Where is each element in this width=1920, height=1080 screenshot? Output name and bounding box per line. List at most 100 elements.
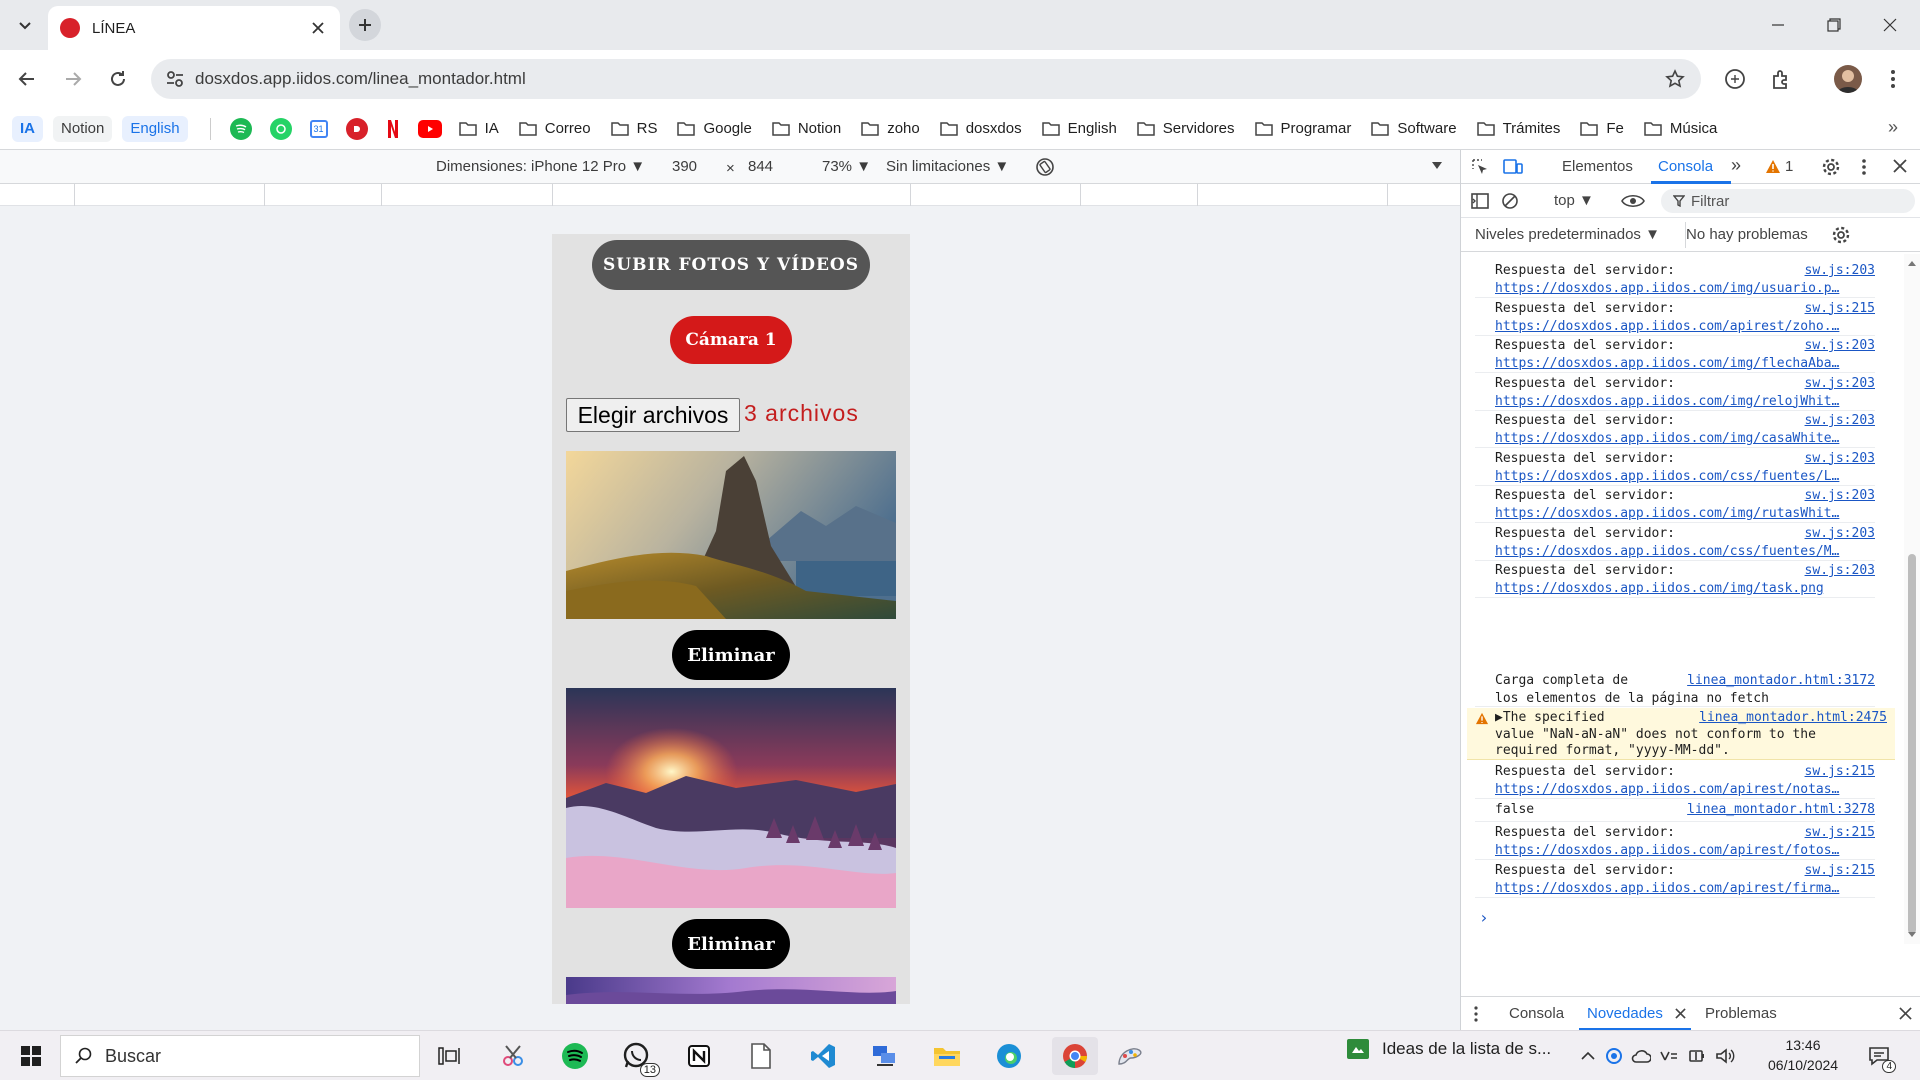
console-message-source[interactable]: sw.js:203 <box>1805 451 1875 466</box>
console-message-url[interactable]: https://dosxdos.app.iidos.com/css/fuente… <box>1495 469 1861 484</box>
bookmark-folder-6[interactable]: dosxdos <box>939 120 1022 137</box>
tab-elements[interactable]: Elementos <box>1562 158 1633 175</box>
console-settings-gear-icon[interactable] <box>1831 225 1851 245</box>
upload-photos-button[interactable]: SUBIR FOTOS Y VÍDEOS <box>592 240 870 290</box>
drawer-tab-issues[interactable]: Problemas <box>1705 1005 1777 1022</box>
console-message-source[interactable]: sw.js:215 <box>1805 825 1875 840</box>
notion-taskbar-icon[interactable] <box>680 1037 718 1075</box>
close-drawer-tab-icon[interactable] <box>1675 1008 1686 1019</box>
console-message-source[interactable]: sw.js:203 <box>1805 376 1875 391</box>
console-message-source[interactable]: sw.js:203 <box>1805 563 1875 578</box>
chrome-taskbar-icon[interactable] <box>1052 1037 1098 1075</box>
camera-button[interactable]: Cámara 1 <box>670 316 792 364</box>
tab-search-chevron-icon[interactable] <box>12 12 38 38</box>
drawer-tab-whats-new[interactable]: Novedades <box>1587 1005 1663 1022</box>
system-clock[interactable]: 13:46 06/10/2024 <box>1768 1035 1838 1075</box>
bookmark-folder-7[interactable]: English <box>1041 120 1117 137</box>
google-calendar-icon[interactable]: 31 <box>309 119 328 138</box>
file-explorer-icon[interactable] <box>928 1037 966 1075</box>
console-message-url[interactable]: https://dosxdos.app.iidos.com/img/casaWh… <box>1495 431 1861 446</box>
devtools-menu-icon[interactable] <box>1861 158 1867 176</box>
snipping-tool-icon[interactable] <box>494 1037 532 1075</box>
issues-status[interactable]: No hay problemas <box>1686 226 1808 243</box>
reload-icon[interactable] <box>101 62 135 96</box>
console-message-url[interactable]: https://dosxdos.app.iidos.com/img/usuari… <box>1495 281 1861 296</box>
sidebar-toggle-icon[interactable] <box>1471 192 1489 210</box>
device-toolbar-toggle-icon[interactable] <box>1503 158 1523 176</box>
console-message-url[interactable]: https://dosxdos.app.iidos.com/apirest/zo… <box>1495 319 1861 334</box>
taskbar-search-input[interactable]: Buscar <box>60 1035 420 1077</box>
vscode-icon[interactable] <box>804 1037 842 1075</box>
console-scroll-thumb[interactable] <box>1908 554 1916 934</box>
more-menu-icon[interactable] <box>1876 62 1910 96</box>
console-message-url[interactable]: https://dosxdos.app.iidos.com/apirest/fo… <box>1495 843 1861 858</box>
bookmark-folder-9[interactable]: Programar <box>1254 120 1351 137</box>
bookmarks-overflow-icon[interactable]: » <box>1888 117 1898 138</box>
bookmark-folder-3[interactable]: Google <box>677 120 752 137</box>
tray-chevron-icon[interactable] <box>1576 1037 1600 1075</box>
bookmark-folder-5[interactable]: zoho <box>861 120 920 137</box>
paint-app-icon[interactable] <box>1110 1037 1148 1075</box>
warning-source[interactable]: linea_montador.html:2475 <box>1699 710 1887 725</box>
bookmark-folder-0[interactable]: IA <box>458 120 499 137</box>
drawer-menu-icon[interactable] <box>1473 1006 1479 1022</box>
more-tabs-icon[interactable]: » <box>1731 155 1741 176</box>
console-message-url[interactable]: https://dosxdos.app.iidos.com/img/task.p… <box>1495 581 1861 596</box>
console-message-source[interactable]: sw.js:215 <box>1805 301 1875 316</box>
tray-keyboard-icon[interactable] <box>1656 1037 1682 1075</box>
console-message-url[interactable]: https://dosxdos.app.iidos.com/img/rutasW… <box>1495 506 1861 521</box>
warnings-counter[interactable]: 1 <box>1765 158 1793 175</box>
tray-volume-icon[interactable] <box>1712 1037 1738 1075</box>
back-icon[interactable] <box>10 62 44 96</box>
tray-cloud-icon[interactable] <box>1628 1037 1654 1075</box>
bookmark-folder-8[interactable]: Servidores <box>1137 120 1235 137</box>
youtube-icon[interactable] <box>417 119 442 138</box>
clear-console-icon[interactable] <box>1501 192 1519 210</box>
console-message-source[interactable]: sw.js:203 <box>1805 488 1875 503</box>
whatsapp-taskbar-icon[interactable]: 13 <box>618 1037 660 1077</box>
forward-icon[interactable] <box>56 62 90 96</box>
console-filter-input[interactable]: Filtrar <box>1661 189 1915 213</box>
console-message-source[interactable]: sw.js:203 <box>1805 263 1875 278</box>
console-message-url[interactable]: https://dosxdos.app.iidos.com/apirest/fi… <box>1495 881 1861 896</box>
bookmark-notion[interactable]: Notion <box>53 115 113 142</box>
console-message-url[interactable]: https://dosxdos.app.iidos.com/css/fuente… <box>1495 544 1861 559</box>
console-message-source[interactable]: sw.js:203 <box>1805 413 1875 428</box>
linea-app-icon[interactable] <box>345 117 368 140</box>
bookmark-folder-11[interactable]: Trámites <box>1476 120 1560 137</box>
console-prompt-icon[interactable]: › <box>1479 908 1489 927</box>
task-view-icon[interactable] <box>430 1037 468 1075</box>
netflix-icon[interactable] <box>386 118 400 140</box>
load-msg-source[interactable]: linea_montador.html:3172 <box>1687 673 1875 688</box>
console-message-source[interactable]: sw.js:203 <box>1805 526 1875 541</box>
bookmark-ia[interactable]: IA <box>12 115 43 142</box>
console-message-source[interactable]: sw.js:215 <box>1805 764 1875 779</box>
live-expression-eye-icon[interactable] <box>1621 193 1645 209</box>
console-message-url[interactable]: https://dosxdos.app.iidos.com/img/relojW… <box>1495 394 1861 409</box>
rotate-device-icon[interactable] <box>1034 156 1056 178</box>
new-tab-button[interactable] <box>349 9 381 41</box>
profile-avatar[interactable] <box>1834 65 1862 93</box>
zoom-select[interactable]: 73% ▼ <box>822 158 871 175</box>
cast-media-icon[interactable] <box>1718 62 1752 96</box>
bookmark-folder-2[interactable]: RS <box>610 120 657 137</box>
settings-gear-icon[interactable] <box>1821 157 1841 177</box>
tray-security-icon[interactable] <box>1602 1037 1626 1075</box>
tab-console[interactable]: Consola <box>1658 158 1713 175</box>
spotify-taskbar-icon[interactable] <box>556 1037 594 1075</box>
whatsapp-icon[interactable] <box>269 117 292 140</box>
device-width-input[interactable]: 390 <box>672 158 697 175</box>
bookmark-folder-13[interactable]: Música <box>1644 120 1717 137</box>
console-message-source[interactable]: sw.js:215 <box>1805 863 1875 878</box>
tray-battery-icon[interactable] <box>1684 1037 1710 1075</box>
windows-start-icon[interactable] <box>12 1037 50 1075</box>
news-widget[interactable]: Ideas de la lista de s... <box>1346 1037 1551 1061</box>
network-tool-icon[interactable] <box>866 1037 904 1075</box>
device-toolbar-options-icon[interactable] <box>1432 162 1442 170</box>
file-document-icon[interactable] <box>742 1037 780 1075</box>
console-message-url[interactable]: https://dosxdos.app.iidos.com/apirest/no… <box>1495 782 1861 797</box>
bookmark-folder-10[interactable]: Software <box>1371 120 1457 137</box>
close-tab-icon[interactable] <box>308 18 328 38</box>
restore-icon[interactable] <box>1814 9 1854 41</box>
bookmark-folder-12[interactable]: Fe <box>1580 120 1624 137</box>
